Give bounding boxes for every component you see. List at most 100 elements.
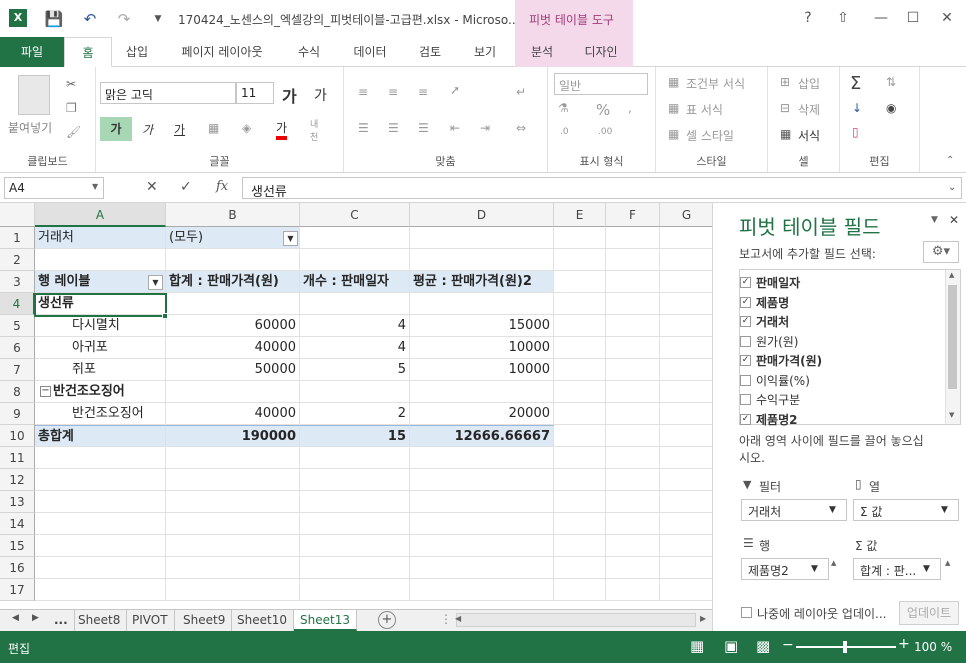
tab-insert[interactable]: 삽입 [112, 37, 162, 67]
grid-cell[interactable] [606, 227, 660, 249]
number-format-select[interactable]: 일반 [554, 73, 648, 95]
update-button[interactable]: 업데이트 [899, 601, 959, 625]
grid-cell[interactable] [300, 227, 410, 249]
grid-cell[interactable] [606, 337, 660, 359]
percent-icon[interactable]: % [596, 101, 610, 119]
grid-cell[interactable] [660, 535, 712, 557]
field-checkbox[interactable] [740, 394, 751, 405]
grid-cell[interactable] [606, 271, 660, 293]
field-checkbox[interactable]: ✓ [740, 355, 751, 366]
formula-input[interactable]: 생선류 [242, 177, 962, 200]
rows-item-dropdown-icon[interactable]: ▼ [811, 564, 818, 574]
grand-total-avg[interactable]: 12666.66667 [410, 425, 554, 447]
grid-cell[interactable] [166, 491, 300, 513]
grid-cell[interactable] [554, 535, 606, 557]
zoom-in-icon[interactable]: + [898, 636, 910, 652]
zoom-out-icon[interactable]: − [782, 637, 794, 653]
quick-access-customize-icon[interactable]: ▼ [148, 9, 168, 29]
grid-cell[interactable] [554, 513, 606, 535]
delete-cells-button[interactable]: 삭제 [798, 101, 820, 118]
sheet-tab-pivot[interactable]: PIVOT [126, 610, 175, 631]
autosum-icon[interactable]: Σ [850, 73, 861, 94]
grid-cell[interactable] [660, 271, 712, 293]
new-sheet-icon[interactable]: + [378, 611, 396, 629]
save-icon[interactable]: 💾 [44, 9, 64, 29]
grid-cell[interactable] [166, 249, 300, 271]
italic-button[interactable]: 가 [142, 121, 153, 138]
grid-cell[interactable] [660, 293, 712, 315]
row-header[interactable]: 11 [0, 447, 35, 469]
pivot-count-value[interactable]: 4 [300, 315, 410, 337]
grid-cell[interactable] [554, 293, 606, 315]
pivot-item-label[interactable]: 다시멸치 [35, 315, 166, 337]
grid-cell[interactable] [300, 513, 410, 535]
sheet-tab-more[interactable]: ... [48, 610, 75, 631]
field-checkbox[interactable] [740, 335, 751, 347]
tab-formulas[interactable]: 수식 [282, 37, 336, 67]
redo-icon[interactable]: ↷ [114, 9, 134, 29]
grid-cell[interactable] [554, 425, 606, 447]
cell-styles-button[interactable]: 셀 스타일 [686, 127, 734, 144]
field-checkbox[interactable]: ✓ [740, 316, 751, 327]
next-sheet-icon[interactable]: ▶ [32, 613, 39, 623]
increase-decimal-icon[interactable]: .0 [560, 127, 569, 137]
shrink-font-button[interactable]: 가 [314, 85, 327, 105]
name-box[interactable]: A4 [4, 177, 104, 199]
sheet-tab-sheet9[interactable]: Sheet9 [177, 610, 233, 631]
pivot-sum-header[interactable]: 합계 : 판매가격(원) [166, 271, 300, 293]
grid-cell[interactable] [606, 403, 660, 425]
column-header-d[interactable]: D [410, 203, 554, 227]
grid-cell[interactable] [35, 557, 166, 579]
pane-close-icon[interactable]: ✕ [949, 213, 959, 227]
decrease-indent-icon[interactable]: ⇤ [450, 121, 460, 135]
font-color-button[interactable]: 가 [276, 119, 288, 140]
grid-cell[interactable] [606, 425, 660, 447]
grid-cell[interactable] [166, 557, 300, 579]
grand-total-label[interactable]: 총합계 [35, 425, 166, 447]
grid-cell[interactable] [606, 557, 660, 579]
pivot-avg-value[interactable] [410, 381, 554, 403]
row-header[interactable]: 13 [0, 491, 35, 513]
grid-cell[interactable] [606, 293, 660, 315]
grid-cell[interactable] [606, 381, 660, 403]
grid-cell[interactable] [660, 337, 712, 359]
merge-center-icon[interactable]: ⇔ [516, 121, 526, 135]
grid-cell[interactable] [660, 403, 712, 425]
grid-cell[interactable] [166, 535, 300, 557]
grid-cell[interactable] [606, 469, 660, 491]
help-button[interactable]: ? [795, 6, 821, 30]
sheet-tab-sheet13[interactable]: Sheet13 [294, 610, 357, 631]
underline-button[interactable]: 가 [174, 121, 185, 138]
row-header[interactable]: 14 [0, 513, 35, 535]
pivot-group-label[interactable]: 반건조오징어 [35, 381, 166, 403]
filter-field-label[interactable]: 거래처 [35, 227, 166, 249]
grid-cell[interactable] [410, 491, 554, 513]
page-break-view-icon[interactable]: ▩ [756, 637, 770, 655]
row-header[interactable]: 4 [0, 293, 35, 315]
pivot-count-value[interactable] [300, 381, 410, 403]
field-checkbox[interactable]: ✓ [740, 296, 751, 308]
pivot-avg-value[interactable] [410, 293, 554, 315]
row-header[interactable]: 12 [0, 469, 35, 491]
grid-cell[interactable] [606, 579, 660, 601]
grid-cell[interactable] [410, 227, 554, 249]
fill-color-icon[interactable]: ◈ [242, 121, 251, 135]
bold-button[interactable]: 가 [100, 117, 132, 141]
wrap-text-icon[interactable]: ↵ [516, 85, 526, 99]
column-header-f[interactable]: F [606, 203, 660, 227]
pivot-avg-value[interactable]: 10000 [410, 359, 554, 381]
pivot-count-value[interactable] [300, 293, 410, 315]
clear-icon[interactable]: ▯ [852, 125, 859, 139]
tab-data[interactable]: 데이터 [336, 37, 404, 67]
field-label[interactable]: 제품명 [756, 294, 789, 311]
filter-field-value[interactable]: (모두) [166, 227, 300, 249]
minimize-button[interactable]: — [868, 6, 894, 30]
column-header-g[interactable]: G [660, 203, 712, 227]
grid-cell[interactable] [300, 557, 410, 579]
row-header[interactable]: 7 [0, 359, 35, 381]
grid-cell[interactable] [300, 469, 410, 491]
grid-cell[interactable] [300, 579, 410, 601]
grid-cell[interactable] [35, 535, 166, 557]
field-label[interactable]: 판매가격(원) [756, 352, 822, 369]
accounting-icon[interactable]: ⚗ [558, 101, 569, 115]
